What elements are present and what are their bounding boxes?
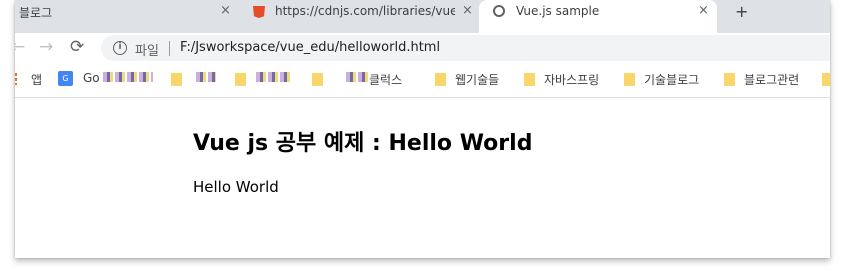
divider [169, 41, 170, 56]
bookmark-java-spring[interactable]: 자바스프링 [544, 71, 599, 88]
folder-icon [435, 73, 446, 86]
apps-icon [15, 73, 17, 85]
redacted-bookmarks [103, 72, 153, 82]
reload-icon[interactable]: ⟳ [70, 37, 84, 57]
redacted-bookmarks [346, 72, 368, 82]
close-icon[interactable]: × [220, 3, 231, 18]
url-text[interactable]: F:/Jsworkspace/vue_edu/helloworld.html [180, 40, 440, 55]
tab-vuejs-sample[interactable]: Vue.js sample × [479, 0, 717, 33]
close-icon[interactable]: × [698, 3, 709, 18]
toolbar: ← → ⟳ i 파일 F:/Jsworkspace/vue_edu/hellow… [15, 33, 830, 63]
forward-icon[interactable]: → [39, 37, 53, 57]
tab-blog[interactable]: 블로그 × [15, 0, 235, 33]
tab-title: 블로그 [19, 6, 53, 20]
page-heading: Vue js 공부 예제 : Hello World [193, 131, 533, 156]
browser-window: 블로그 × https://cdnjs.com/libraries/vue × … [15, 0, 830, 258]
folder-icon [524, 73, 535, 86]
bookmark-clerks[interactable]: 클럭스 [369, 71, 402, 88]
folder-icon [235, 73, 246, 86]
folder-icon [624, 73, 635, 86]
shield-icon [253, 6, 265, 18]
back-icon[interactable]: ← [15, 37, 25, 57]
info-icon[interactable]: i [113, 41, 127, 55]
bookmark-blog-related[interactable]: 블로그관련 [744, 71, 799, 88]
redacted-bookmarks [256, 72, 292, 82]
redacted-bookmarks [196, 72, 216, 82]
folder-icon [822, 73, 830, 86]
close-icon[interactable]: × [462, 3, 473, 18]
page-content: Vue js 공부 예제 : Hello World Hello World [15, 98, 830, 258]
bookmark-web-tech[interactable]: 웹기술들 [455, 71, 499, 88]
folder-icon [724, 73, 735, 86]
google-icon: G [58, 71, 73, 86]
folder-icon [312, 73, 323, 86]
new-tab-button[interactable]: + [735, 2, 748, 21]
hello-message: Hello World [193, 178, 279, 196]
address-bar[interactable]: i 파일 F:/Jsworkspace/vue_edu/helloworld.h… [101, 35, 830, 61]
bookmarks-bar: 앱 G Go 클럭스 웹기술들 자바스프링 기술블로그 블로그관련 [15, 63, 830, 95]
globe-icon [493, 5, 505, 17]
tab-strip: 블로그 × https://cdnjs.com/libraries/vue × … [15, 0, 830, 33]
tab-title: Vue.js sample [516, 4, 600, 18]
tab-cdnjs[interactable]: https://cdnjs.com/libraries/vue × [243, 0, 479, 33]
folder-icon [171, 73, 182, 86]
bookmark-google[interactable]: Go [83, 71, 100, 85]
scheme-label: 파일 [135, 44, 159, 59]
tab-title: https://cdnjs.com/libraries/vue [275, 4, 455, 18]
bookmark-tech-blog[interactable]: 기술블로그 [644, 71, 699, 88]
bookmark-apps[interactable]: 앱 [31, 71, 42, 88]
